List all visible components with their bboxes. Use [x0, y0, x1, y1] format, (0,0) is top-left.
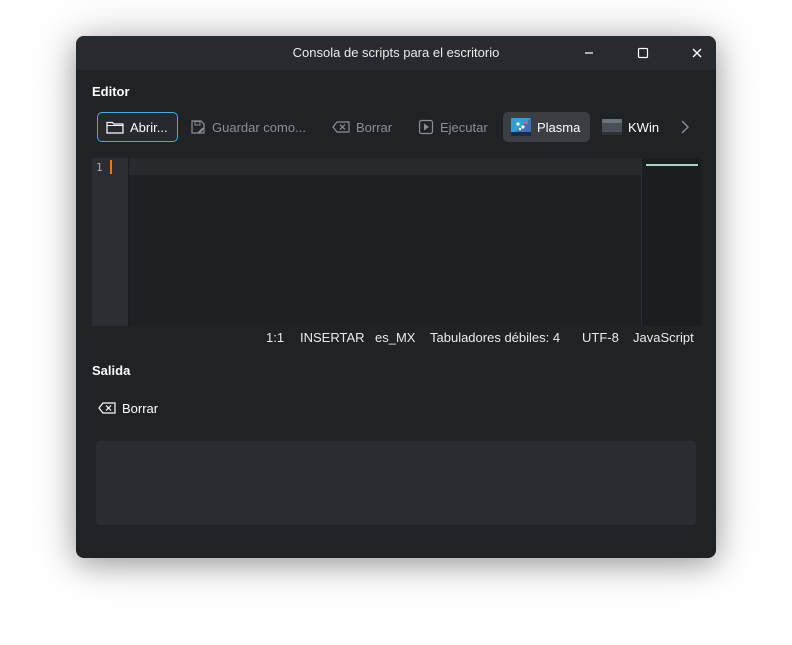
plasma-button-label: Plasma: [537, 119, 581, 135]
minimap[interactable]: [641, 158, 701, 326]
minimize-button[interactable]: [576, 40, 602, 66]
run-button[interactable]: Ejecutar: [410, 112, 496, 142]
clear-editor-button[interactable]: Borrar: [324, 112, 402, 142]
play-icon: [418, 119, 434, 135]
maximize-button[interactable]: [630, 40, 656, 66]
plasma-button[interactable]: Plasma: [503, 112, 590, 142]
minimap-viewport[interactable]: [646, 164, 698, 166]
line-number: 1: [96, 161, 103, 174]
input-mode[interactable]: INSERTAR: [300, 330, 365, 345]
current-line-highlight: [129, 158, 641, 175]
script-console-window: Consola de scripts para el escritorio Ed…: [76, 36, 716, 558]
encoding[interactable]: UTF-8: [582, 330, 619, 345]
clear-editor-button-label: Borrar: [356, 119, 393, 135]
minimize-icon: [585, 52, 593, 54]
folder-icon: [106, 120, 124, 134]
save-as-button-label: Guardar como...: [212, 119, 306, 135]
open-button[interactable]: Abrir...: [97, 112, 178, 142]
close-icon: [692, 48, 702, 58]
toolbar-overflow-button[interactable]: [674, 112, 698, 142]
indentation-settings[interactable]: Tabuladores débiles: 4: [430, 330, 560, 345]
kwin-button-label: KWin: [628, 119, 660, 135]
run-button-label: Ejecutar: [440, 119, 488, 135]
output-section-label: Salida: [92, 363, 131, 378]
save-as-button[interactable]: Guardar como...: [182, 112, 316, 142]
clear-output-button[interactable]: Borrar: [98, 398, 158, 418]
save-as-icon: [190, 119, 206, 135]
code-editor[interactable]: 1: [92, 158, 701, 326]
kwin-icon: [602, 119, 622, 135]
kwin-button[interactable]: KWin: [594, 112, 666, 142]
chevron-right-icon: [680, 120, 690, 134]
clear-icon: [98, 402, 116, 414]
editor-section-label: Editor: [92, 84, 130, 99]
cursor-position[interactable]: 1:1: [266, 330, 284, 345]
clear-output-button-label: Borrar: [122, 400, 159, 416]
output-area[interactable]: [96, 441, 696, 525]
line-number-gutter: 1: [92, 158, 129, 326]
syntax-language[interactable]: JavaScript: [633, 330, 694, 345]
close-button[interactable]: [684, 40, 710, 66]
title-bar[interactable]: Consola de scripts para el escritorio: [76, 36, 716, 70]
clear-icon: [332, 121, 350, 133]
maximize-icon: [637, 47, 649, 59]
open-button-label: Abrir...: [130, 119, 168, 135]
window-title: Consola de scripts para el escritorio: [292, 45, 500, 60]
dictionary[interactable]: es_MX: [375, 330, 415, 345]
text-cursor: [110, 160, 112, 174]
plasma-icon: [511, 118, 531, 136]
